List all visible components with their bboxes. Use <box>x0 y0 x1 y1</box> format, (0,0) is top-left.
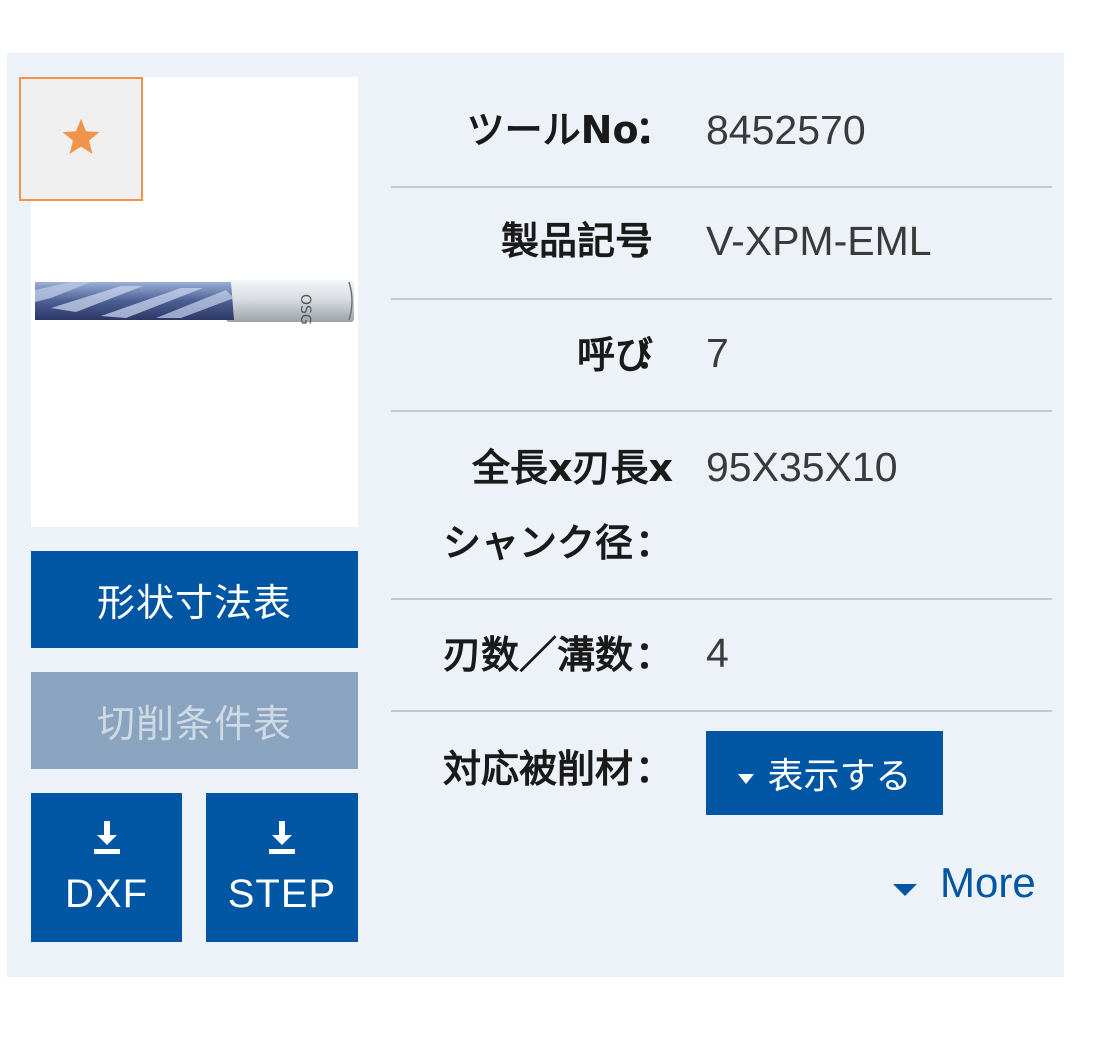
spec-label: 製品記号 <box>500 219 653 263</box>
shape-dimension-table-label: 形状寸法表 <box>96 581 292 625</box>
spec-label-line2: シャンク径 <box>442 521 633 565</box>
favorite-button[interactable] <box>19 77 143 201</box>
cutting-condition-table-button[interactable]: 切削条件表 <box>31 672 358 769</box>
download-icon <box>90 819 124 866</box>
spec-label: ツールNo. <box>466 108 653 152</box>
spec-row-product-code: 製品記号 ： V-XPM-EML <box>391 188 1052 300</box>
download-icon <box>265 819 299 866</box>
spec-label: 刃数／溝数 <box>442 633 633 677</box>
svg-text:OSG: OSG <box>297 294 313 325</box>
dxf-label: DXF <box>65 871 148 916</box>
spec-value: V-XPM-EML <box>706 218 932 264</box>
cutting-condition-table-label: 切削条件表 <box>96 702 292 746</box>
spec-row-dimensions: 全長x刃長x シャンク径 ： 95X35X10 <box>391 412 1052 600</box>
spec-label: 呼び <box>576 333 653 377</box>
spec-colon: ： <box>635 333 674 377</box>
spec-colon: ： <box>635 633 674 677</box>
spec-row-nominal: 呼び ： 7 <box>391 300 1052 412</box>
show-materials-label: 表示する <box>767 756 912 797</box>
spec-colon: ： <box>635 108 674 152</box>
spec-value: 95X35X10 <box>706 444 898 490</box>
spec-colon: ： <box>635 747 674 791</box>
show-materials-button[interactable]: 表示する <box>706 731 943 815</box>
spec-value: 4 <box>706 630 729 676</box>
spec-row-flutes: 刃数／溝数 ： 4 <box>391 600 1052 712</box>
spec-colon: ： <box>635 521 674 565</box>
step-label: STEP <box>227 871 337 916</box>
end-mill-image: OSG <box>35 280 354 325</box>
step-download-button[interactable]: STEP <box>206 793 358 942</box>
spec-value: 7 <box>706 330 729 376</box>
star-icon <box>60 117 102 161</box>
spec-value: 8452570 <box>706 107 866 153</box>
more-link[interactable]: More <box>892 858 1036 908</box>
caret-down-icon <box>737 753 755 794</box>
spec-label: 対応被削材 <box>442 747 633 791</box>
spec-label-line1: 全長x刃長x <box>471 446 673 490</box>
more-label: More <box>940 859 1036 906</box>
shape-dimension-table-button[interactable]: 形状寸法表 <box>31 551 358 648</box>
dxf-download-button[interactable]: DXF <box>31 793 182 942</box>
spec-colon: ： <box>635 219 674 263</box>
caret-down-icon <box>892 859 918 907</box>
spec-row-tool-no: ツールNo. ： 8452570 <box>391 89 1052 188</box>
